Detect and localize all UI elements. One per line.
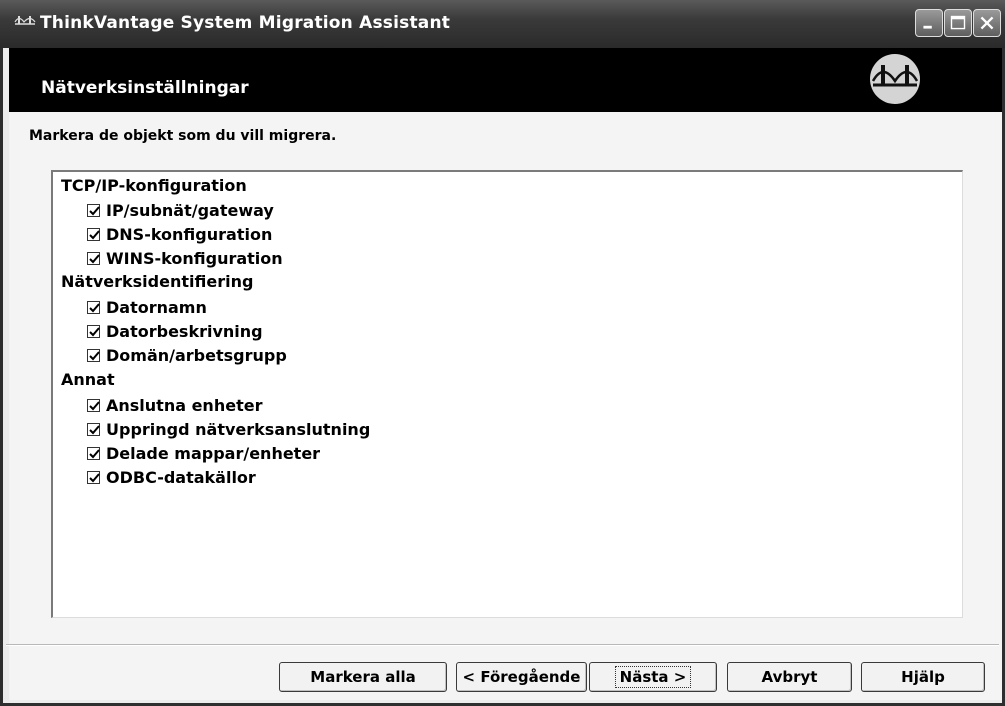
cancel-button[interactable]: Avbryt	[727, 662, 852, 692]
list-item-connected-devices[interactable]: Anslutna enheter	[87, 395, 262, 415]
checkmark-icon	[89, 205, 100, 215]
maximize-icon	[950, 15, 966, 30]
close-icon	[980, 16, 994, 30]
checkmark-icon	[89, 229, 100, 239]
button-separator	[6, 644, 999, 646]
list-item-shared-folders[interactable]: Delade mappar/enheter	[87, 443, 320, 463]
checkmark-icon	[89, 400, 100, 410]
checkbox[interactable]	[87, 348, 100, 362]
instruction-text: Markera de objekt som du vill migrera.	[29, 128, 337, 144]
list-item-domain-workgroup[interactable]: Domän/arbetsgrupp	[87, 345, 287, 365]
maximize-button[interactable]	[944, 9, 972, 37]
group-label-network-id: Nätverksidentifiering	[61, 272, 254, 291]
list-item-odbc-sources[interactable]: ODBC-datakällor	[87, 467, 256, 487]
checkmark-icon	[89, 350, 100, 360]
checkbox[interactable]	[87, 203, 100, 217]
help-button[interactable]: Hjälp	[861, 662, 985, 692]
list-item-computer-name[interactable]: Datornamn	[87, 297, 207, 317]
checkbox[interactable]	[87, 300, 100, 314]
checkmark-icon	[89, 472, 100, 482]
list-item-ip-subnet-gateway[interactable]: IP/subnät/gateway	[87, 200, 274, 220]
minimize-button[interactable]	[915, 9, 943, 37]
item-label: ODBC-datakällor	[106, 467, 256, 487]
list-item-dns-config[interactable]: DNS-konfiguration	[87, 224, 272, 244]
previous-button[interactable]: < Föregående	[456, 662, 587, 692]
select-all-button[interactable]: Markera alla	[279, 662, 447, 692]
checkmark-icon	[89, 448, 100, 458]
checkmark-icon	[89, 253, 100, 263]
checkbox[interactable]	[87, 324, 100, 338]
checkmark-icon	[89, 326, 100, 336]
app-bridge-icon	[14, 16, 36, 25]
checkmark-icon	[89, 302, 100, 312]
item-label: Datornamn	[106, 297, 207, 317]
checkbox[interactable]	[87, 470, 100, 484]
migration-items-list[interactable]: TCP/IP-konfiguration IP/subnät/gateway D…	[51, 170, 963, 618]
group-label-other: Annat	[61, 370, 115, 389]
title-bar[interactable]: ThinkVantage System Migration Assistant	[0, 0, 1005, 48]
page-title: Nätverksinställningar	[41, 78, 249, 98]
minimize-icon	[923, 25, 932, 29]
list-item-computer-description[interactable]: Datorbeskrivning	[87, 321, 263, 341]
next-button[interactable]: Nästa >	[589, 662, 717, 692]
item-label: WINS-konfiguration	[106, 248, 283, 268]
checkbox[interactable]	[87, 227, 100, 241]
checkbox[interactable]	[87, 446, 100, 460]
item-label: Domän/arbetsgrupp	[106, 345, 287, 365]
item-label: Datorbeskrivning	[106, 321, 263, 341]
item-label: IP/subnät/gateway	[106, 200, 274, 220]
page-header: Nätverksinställningar	[9, 48, 1002, 112]
list-item-wins-config[interactable]: WINS-konfiguration	[87, 248, 283, 268]
next-button-label: Nästa >	[614, 666, 692, 688]
window-title: ThinkVantage System Migration Assistant	[40, 13, 451, 33]
bridge-logo-icon	[870, 54, 920, 104]
list-item-dialup-connection[interactable]: Uppringd nätverksanslutning	[87, 419, 370, 439]
checkbox[interactable]	[87, 422, 100, 436]
group-label-tcpip: TCP/IP-konfiguration	[61, 176, 247, 195]
item-label: DNS-konfiguration	[106, 224, 273, 244]
item-label: Uppringd nätverksanslutning	[106, 419, 371, 439]
checkmark-icon	[89, 424, 100, 434]
checkbox[interactable]	[87, 398, 100, 412]
checkbox[interactable]	[87, 251, 100, 265]
close-button[interactable]	[973, 9, 1001, 37]
item-label: Anslutna enheter	[106, 395, 263, 415]
item-label: Delade mappar/enheter	[106, 443, 321, 463]
